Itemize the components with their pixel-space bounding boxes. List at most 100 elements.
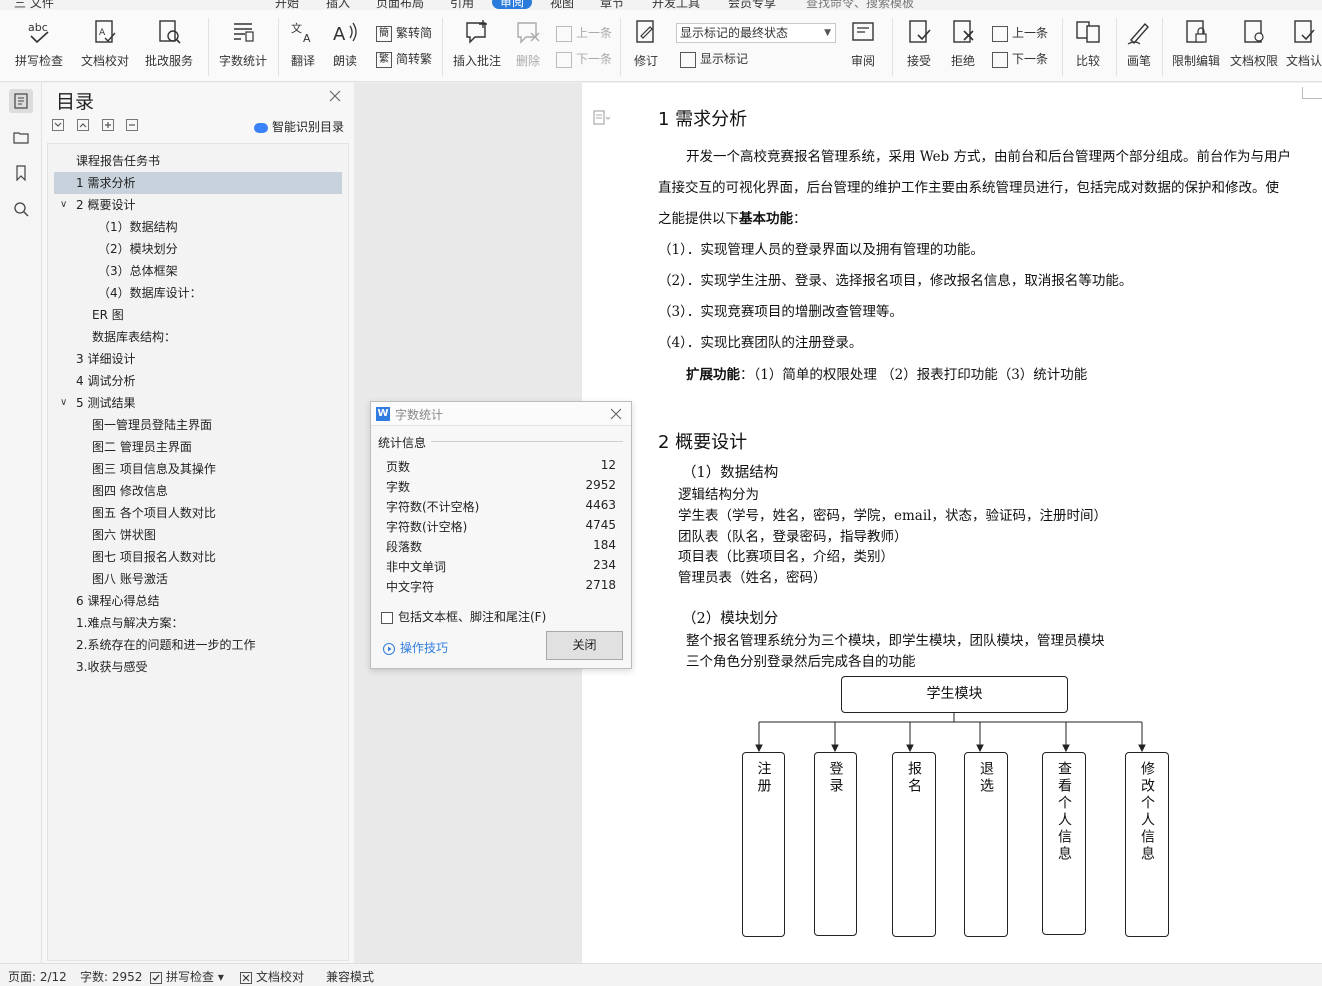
collapse-all-icon[interactable] [52, 119, 64, 131]
stat-label: 中文字符 [386, 580, 435, 594]
diagram-child-box: 修改个人信息 [1125, 752, 1169, 937]
markup-state-select[interactable]: 显示标记的最终状态 ▼ [676, 23, 836, 43]
doc-proof-button[interactable]: A 文档校对 [78, 18, 132, 69]
toc-item[interactable]: ER 图 [54, 304, 342, 326]
spell-check-button[interactable]: abc 拼写检查 [8, 18, 70, 69]
doc-auth-button[interactable]: 文档认 [1286, 18, 1322, 69]
ink-button[interactable]: 画笔 [1124, 18, 1154, 69]
show-markup-button[interactable]: 显示标记 [680, 48, 748, 70]
menu-layout[interactable]: 页面布局 [376, 0, 424, 10]
toc-item[interactable]: （1）数据结构 [54, 216, 342, 238]
menu-member[interactable]: 会员专享 [728, 0, 776, 10]
chevron-down-icon[interactable]: ∨ [60, 194, 67, 216]
batch-service-button[interactable]: 批改服务 [138, 18, 200, 69]
toc-item[interactable]: （2）模块划分 [54, 238, 342, 260]
toc-item[interactable]: 图一管理员登陆主界面 [54, 414, 342, 436]
toc-item[interactable]: ∨ 5 测试结果 [54, 392, 342, 414]
word-count-button[interactable]: 字数统计 [216, 18, 270, 69]
restrict-edit-button[interactable]: 限制编辑 [1170, 18, 1222, 69]
toc-item[interactable]: 1.难点与解决方案： [54, 612, 342, 634]
check-icon [150, 971, 162, 984]
toc-item[interactable]: ∨ 2 概要设计 [54, 194, 342, 216]
include-textbox-checkbox[interactable]: 包括文本框、脚注和尾注(F) [381, 608, 546, 625]
toc-item-label: （4）数据库设计： [98, 286, 202, 300]
menu-insert[interactable]: 插入 [326, 0, 350, 10]
toc-item[interactable]: （4）数据库设计： [54, 282, 342, 304]
close-icon[interactable] [328, 89, 342, 103]
toc-item[interactable]: 图六 饼状图 [54, 524, 342, 546]
expand-up-icon[interactable] [76, 119, 89, 131]
insert-comment-icon [466, 20, 487, 44]
page-indicator[interactable]: 页面: 2/12 [8, 968, 67, 985]
toc-item[interactable]: 6 课程心得总结 [54, 590, 342, 612]
toc-item[interactable]: 数据库表结构： [54, 326, 342, 348]
word-count-dialog: W 字数统计 统计信息 页数 12 字数 2952 字符数(不计空格) 4463 字符数(计… [370, 401, 632, 669]
bookmark-pane-button[interactable] [9, 161, 33, 185]
remove-level-icon[interactable] [126, 119, 139, 131]
accept-icon [909, 20, 931, 43]
toc-item[interactable]: 课程报告任务书 [54, 150, 342, 172]
doc-proof-toggle[interactable]: 文档校对 [240, 968, 304, 985]
tips-link[interactable]: 操作技巧 [383, 639, 448, 656]
command-search[interactable]: 查找命令、搜索模板 [806, 0, 914, 10]
smart-toc-button[interactable]: 智能识别目录 [254, 118, 344, 135]
stat-label: 字符数(不计空格) [386, 500, 480, 514]
next-change-button[interactable]: 下一条 [992, 48, 1048, 70]
doc-permission-button[interactable]: 文档权限 [1228, 18, 1280, 69]
toc-item[interactable]: 图四 修改信息 [54, 480, 342, 502]
chapter-pane-button[interactable] [9, 125, 33, 149]
toc-item[interactable]: 图二 管理员主界面 [54, 436, 342, 458]
review-pane-button[interactable]: 审阅 [844, 18, 882, 69]
toc-item[interactable]: 4 调试分析 [54, 370, 342, 392]
menu-dev-tools[interactable]: 开发工具 [652, 0, 700, 10]
stat-row: 字符数(不计空格) 4463 [386, 498, 616, 518]
checkbox-box[interactable] [381, 611, 393, 624]
toc-item-label: （1）数据结构 [98, 220, 178, 234]
toc-pane-button[interactable] [9, 89, 33, 113]
toc-item[interactable]: 3 详细设计 [54, 348, 342, 370]
menu-file[interactable]: 三 文件 [14, 0, 54, 10]
prev-comment-button[interactable]: 上一条 [556, 22, 612, 44]
menu-review[interactable]: 审阅 [492, 0, 533, 9]
menu-view[interactable]: 视图 [550, 0, 574, 10]
toc-item[interactable]: （3）总体框架 [54, 260, 342, 282]
trad-to-simp-button[interactable]: 簡繁转简 [376, 22, 432, 44]
delete-comment-button[interactable]: 删除 [510, 18, 546, 69]
stat-label: 字符数(计空格) [386, 520, 468, 534]
accept-button[interactable]: 接受 [900, 18, 938, 69]
close-icon[interactable] [609, 407, 623, 421]
toc-item[interactable]: 图七 项目报名人数对比 [54, 546, 342, 568]
word-count-indicator[interactable]: 字数: 2952 [80, 968, 142, 985]
stat-label: 段落数 [386, 540, 423, 554]
stat-row: 页数 12 [386, 458, 616, 478]
add-level-icon[interactable] [101, 119, 114, 131]
menu-reference[interactable]: 引用 [450, 0, 474, 10]
dialog-title-bar[interactable]: W 字数统计 [371, 402, 631, 426]
search-pane-button[interactable] [9, 197, 33, 221]
read-aloud-button[interactable]: A 朗读 [328, 18, 362, 69]
menu-chapter[interactable]: 章节 [600, 0, 624, 10]
stat-row: 段落数 184 [386, 538, 616, 558]
svg-text:abc: abc [28, 21, 48, 34]
menu-home[interactable]: 开始 [275, 0, 299, 10]
translate-button[interactable]: 文A 翻译 [284, 18, 322, 69]
next-comment-icon [556, 51, 572, 68]
review-pane-icon [852, 22, 874, 41]
insert-comment-button[interactable]: 插入批注 [450, 18, 504, 69]
revise-button[interactable]: 修订 [628, 18, 664, 69]
toc-item[interactable]: 1 需求分析 [54, 172, 342, 194]
toc-item[interactable]: 图五 各个项目人数对比 [54, 502, 342, 524]
toc-item[interactable]: 图八 账号激活 [54, 568, 342, 590]
toc-item[interactable]: 图三 项目信息及其操作 [54, 458, 342, 480]
next-comment-button[interactable]: 下一条 [556, 48, 612, 70]
trad-simp-icon: 簡 [376, 25, 392, 42]
simp-to-trad-button[interactable]: 繁简转繁 [376, 48, 432, 70]
compare-button[interactable]: 比较 [1068, 18, 1108, 69]
chevron-down-icon[interactable]: ∨ [60, 392, 67, 414]
toc-item[interactable]: 3.收获与感受 [54, 656, 342, 678]
prev-change-button[interactable]: 上一条 [992, 22, 1048, 44]
reject-button[interactable]: 拒绝 [944, 18, 982, 69]
close-button[interactable]: 关闭 [546, 631, 623, 660]
toc-item[interactable]: 2.系统存在的问题和进一步的工作 [54, 634, 342, 656]
spell-check-toggle[interactable]: 拼写检查 ▾ [150, 968, 224, 985]
